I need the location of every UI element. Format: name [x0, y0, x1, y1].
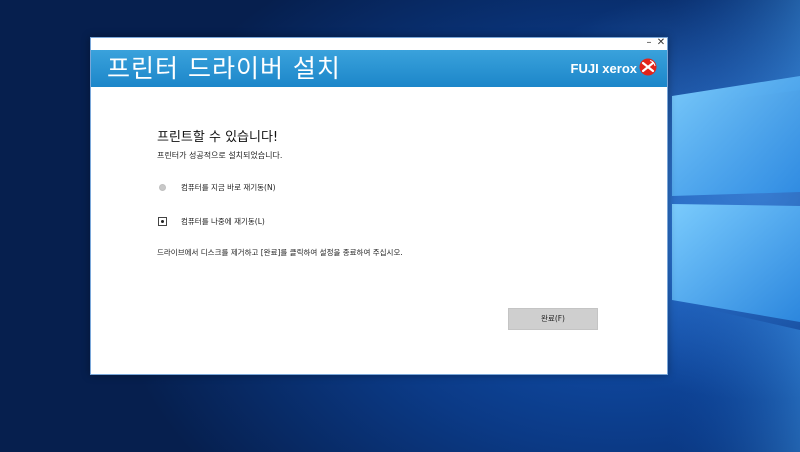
- finish-instruction: 드라이브에서 디스크를 제거하고 [완료]를 클릭하여 설정을 종료하여 주십시…: [157, 248, 403, 257]
- restart-now-label: 컴퓨터를 지금 바로 재기동(N): [181, 182, 276, 192]
- brand-name: FUJI xerox: [570, 61, 637, 76]
- fuji-xerox-logo-icon: [639, 58, 657, 76]
- success-heading: 프린트할 수 있습니다!: [157, 130, 279, 145]
- restart-now-option[interactable]: 컴퓨터를 지금 바로 재기동(N): [157, 180, 276, 194]
- radio-selected-icon[interactable]: [158, 216, 167, 226]
- title-bar: – ✕: [91, 37, 667, 50]
- close-button[interactable]: ✕: [655, 37, 667, 49]
- success-subtext: 프린터가 성공적으로 설치되었습니다.: [157, 151, 283, 160]
- banner-title: 프린터 드라이버 설치: [107, 54, 341, 83]
- installer-dialog: – ✕ 프린터 드라이버 설치 FUJI xerox 프린트할 수 있습니다! …: [90, 37, 668, 375]
- minimize-button[interactable]: –: [643, 37, 655, 49]
- finish-button[interactable]: 완료(F): [508, 308, 598, 330]
- restart-later-label: 컴퓨터를 나중에 재기동(L): [181, 216, 265, 226]
- radio-unselected-icon[interactable]: [159, 183, 166, 191]
- restart-later-option[interactable]: 컴퓨터를 나중에 재기동(L): [157, 214, 265, 228]
- header-banner: 프린터 드라이버 설치 FUJI xerox: [91, 50, 667, 87]
